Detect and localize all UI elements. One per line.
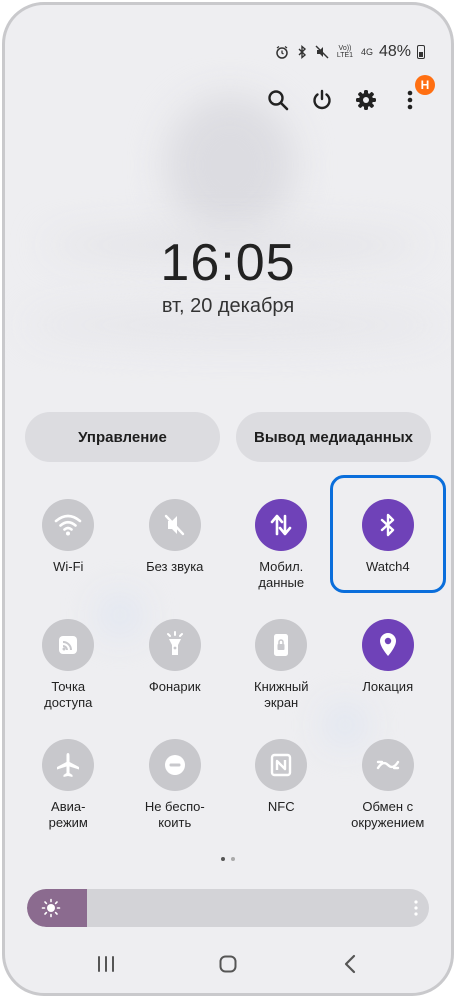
volte-icon: Vo)) LTE1 — [336, 45, 354, 59]
more-options-button[interactable]: Н — [397, 75, 435, 113]
portrait-lock-icon — [274, 634, 289, 656]
power-button[interactable] — [309, 87, 335, 113]
tile-do-not-disturb[interactable]: Не беспо- коить — [122, 723, 229, 843]
back-icon — [344, 954, 356, 974]
tile-wifi-circle — [42, 499, 95, 551]
tile-label: Авиа- режим — [48, 799, 88, 830]
tile-silent-circle — [148, 499, 201, 551]
wifi-icon — [54, 514, 82, 536]
tile-silent[interactable]: Без звука — [122, 483, 229, 603]
tile-flashlight[interactable]: Фонарик — [122, 603, 229, 723]
recents-icon — [98, 956, 114, 972]
tile-portrait[interactable]: Книжный экран — [228, 603, 335, 723]
clock-time: 16:05 — [160, 234, 296, 292]
home-button[interactable] — [208, 949, 248, 979]
clock-date: вт, 20 декабря — [161, 295, 295, 317]
location-icon — [379, 633, 396, 656]
tile-location-circle — [361, 619, 414, 671]
tile-nearby-share-circle — [361, 739, 414, 791]
tile-hotspot[interactable]: Точка доступа — [15, 603, 122, 723]
alarm-icon — [275, 45, 289, 59]
brightness-slider[interactable] — [27, 889, 429, 927]
tile-label: Локация — [362, 679, 414, 694]
tile-row: Wi-Fi Без звука Мобил. данные Watch4 — [15, 475, 446, 603]
tile-flashlight-circle — [148, 619, 201, 671]
phone-screen: Vo)) LTE1 4G 48% Н 16:05 вт, 20 декабря … — [2, 2, 454, 996]
media-output-button[interactable]: Вывод медиаданных — [236, 412, 431, 462]
tile-label: Обмен с окружением — [351, 799, 425, 830]
tile-label: Точка доступа — [44, 679, 93, 710]
tile-portrait-circle — [255, 619, 308, 671]
panel-pills: Управление Вывод медиаданных — [25, 412, 431, 462]
nearby-share-icon — [376, 760, 399, 770]
notification-badge: Н — [415, 75, 435, 95]
page-dot — [231, 857, 235, 861]
recents-button[interactable] — [86, 949, 126, 979]
battery-icon — [417, 45, 425, 59]
tile-location[interactable]: Локация — [335, 603, 442, 723]
device-control-button[interactable]: Управление — [25, 412, 220, 462]
gear-icon — [356, 90, 376, 110]
tile-nfc-circle — [255, 739, 308, 791]
status-bar: Vo)) LTE1 4G 48% — [5, 43, 451, 67]
airplane-icon — [57, 753, 80, 777]
more-vertical-icon — [407, 90, 413, 110]
page-dot-active — [221, 857, 225, 861]
tile-airplane[interactable]: Авиа- режим — [15, 723, 122, 843]
flashlight-icon — [166, 631, 183, 655]
tile-label: Фонарик — [148, 679, 201, 694]
navigation-bar — [5, 949, 451, 979]
signal-4g-icon: 4G — [360, 47, 373, 57]
search-button[interactable] — [265, 87, 291, 113]
do-not-disturb-icon — [164, 755, 185, 775]
mobile-data-icon — [270, 514, 292, 536]
tile-label: Мобил. данные — [258, 559, 305, 590]
settings-button[interactable] — [353, 87, 379, 113]
tile-nearby-share[interactable]: Обмен с окружением — [335, 723, 442, 843]
power-icon — [313, 89, 331, 110]
bluetooth-icon — [380, 513, 394, 537]
tile-label: Wi-Fi — [53, 559, 84, 574]
tile-label: Не беспо- коить — [144, 799, 205, 830]
tile-bluetooth-circle — [361, 499, 414, 551]
nfc-icon — [271, 753, 292, 777]
tile-row: Авиа- режим Не беспо- коить NFC Обмен с … — [15, 723, 441, 843]
hotspot-icon — [59, 636, 78, 654]
tile-bluetooth[interactable]: Watch4 — [335, 483, 442, 603]
tile-label: Книжный экран — [254, 679, 309, 710]
sun-icon — [41, 898, 61, 918]
tile-hotspot-circle — [42, 619, 95, 671]
mute-icon — [164, 514, 184, 536]
search-icon — [268, 90, 289, 111]
tile-mobile-data-circle — [255, 499, 308, 551]
tile-mobile-data[interactable]: Мобил. данные — [228, 483, 335, 603]
tile-nfc[interactable]: NFC — [228, 723, 335, 843]
more-vertical-icon[interactable] — [413, 898, 419, 918]
panel-actions: Н — [265, 75, 435, 113]
quick-settings-grid: Wi-Fi Без звука Мобил. данные Watch4 Точ… — [15, 475, 446, 843]
mute-icon — [315, 45, 329, 59]
tile-airplane-circle — [42, 739, 95, 791]
tile-row: Точка доступа Фонарик Книжный экран Лока… — [15, 603, 441, 723]
tile-label: Без звука — [146, 559, 204, 574]
bluetooth-icon — [295, 45, 309, 59]
battery-percent: 48% — [378, 43, 411, 60]
tile-label: NFC — [267, 799, 295, 814]
tile-dnd-circle — [148, 739, 201, 791]
tile-wifi[interactable]: Wi-Fi — [15, 483, 122, 603]
home-icon — [219, 955, 237, 973]
tile-label: Watch4 — [365, 559, 410, 574]
page-indicator — [5, 857, 451, 861]
back-button[interactable] — [330, 949, 370, 979]
